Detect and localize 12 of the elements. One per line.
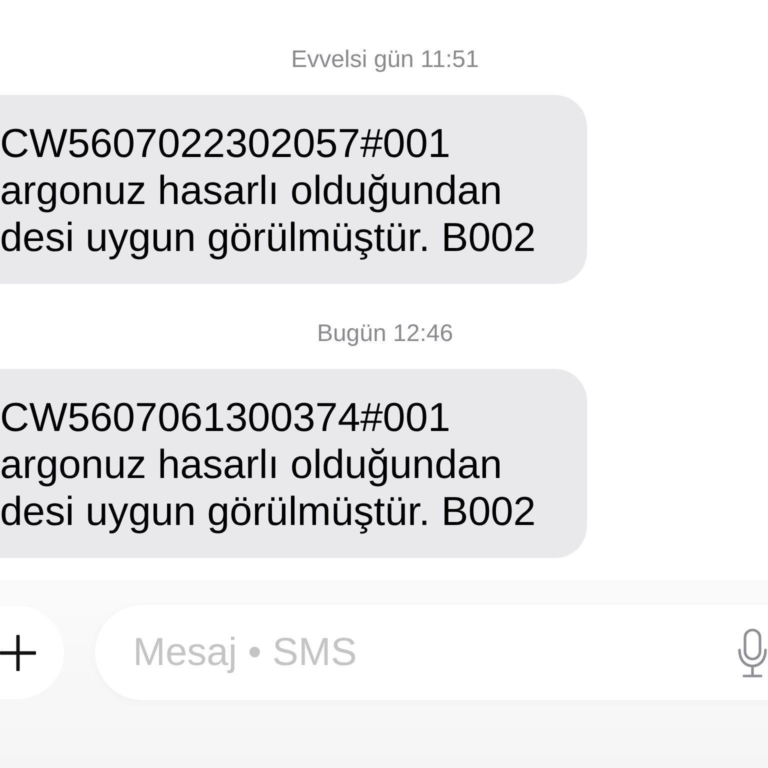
add-button[interactable]: [0, 606, 64, 699]
message-text-line: CW5607061300374#001: [0, 394, 450, 441]
message-input-field[interactable]: Mesaj • SMS: [95, 605, 768, 700]
message-text-line: CW5607022302057#001: [0, 120, 450, 167]
message-text-line: desi uygun görülmüştür. B002: [0, 214, 536, 261]
message-text-line: argonuz hasarlı olduğundan: [0, 167, 502, 214]
microphone-icon[interactable]: [738, 628, 768, 678]
message-text-line: argonuz hasarlı olduğundan: [0, 441, 502, 488]
plus-icon: [0, 634, 36, 670]
timestamp: Bugün 12:46: [316, 320, 454, 348]
timestamp: Evvelsi gün 11:51: [291, 46, 479, 74]
message-text-line: desi uygun görülmüştür. B002: [0, 488, 536, 535]
